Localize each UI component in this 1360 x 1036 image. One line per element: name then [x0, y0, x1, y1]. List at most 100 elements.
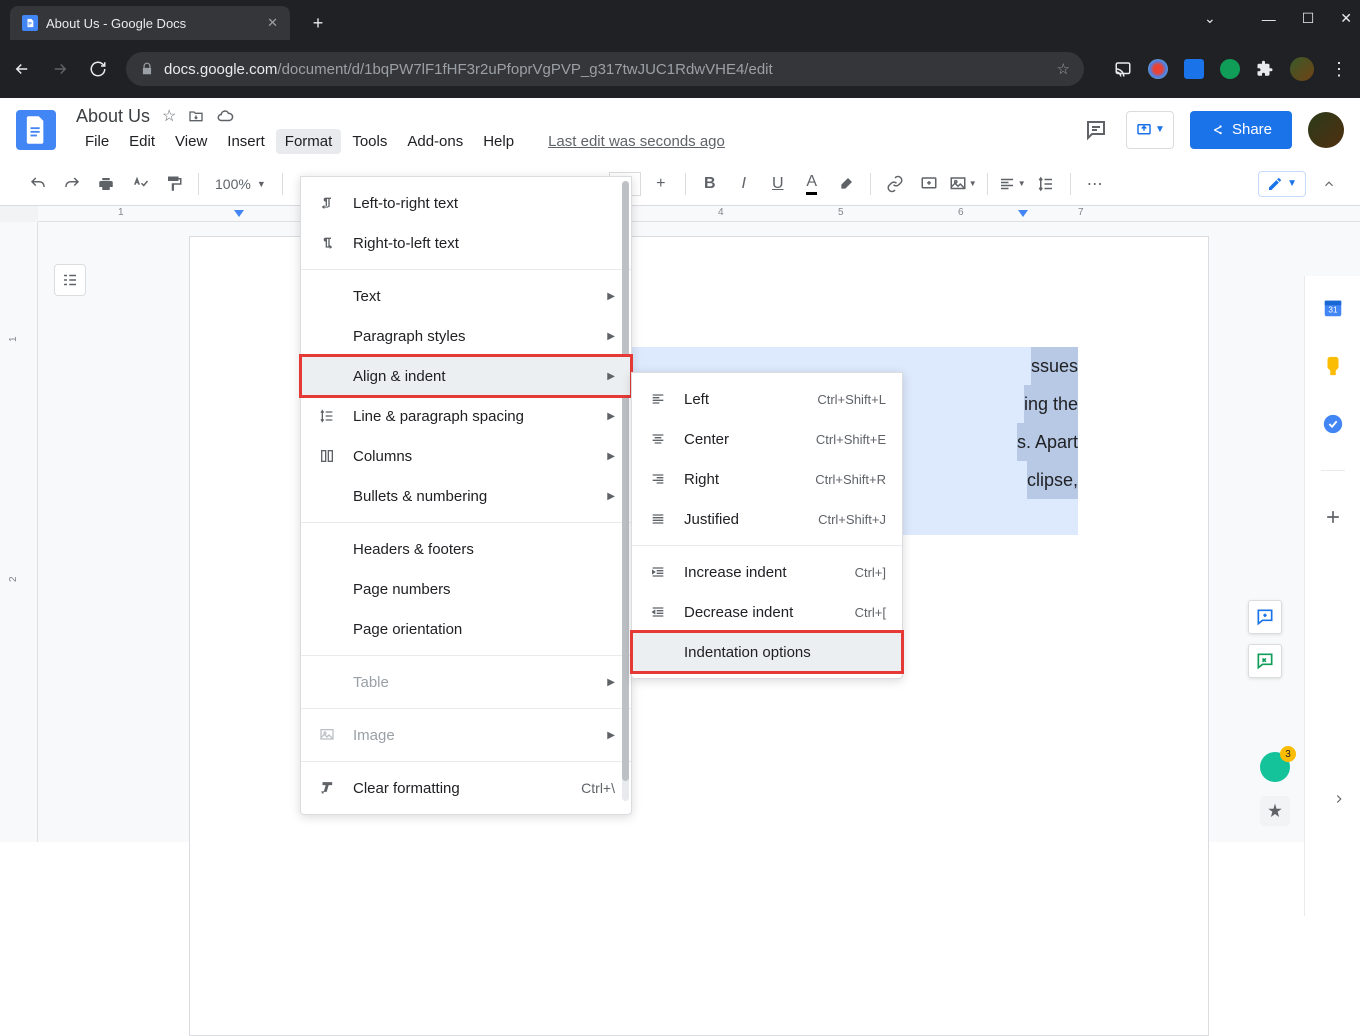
horizontal-ruler[interactable]: 1 4 5 6 7 — [0, 206, 1360, 222]
editing-mode-button[interactable]: ▼ — [1258, 171, 1306, 197]
menu-format[interactable]: Format — [276, 129, 342, 154]
last-edit-link[interactable]: Last edit was seconds ago — [539, 129, 734, 154]
document-title[interactable]: About Us — [76, 106, 150, 127]
increase-font-button[interactable]: + — [647, 170, 675, 198]
minimize-button[interactable]: — — [1262, 11, 1276, 27]
menu-item-columns[interactable]: Columns▶ — [301, 436, 631, 476]
grammarly-icon[interactable]: 3 — [1260, 752, 1290, 782]
menu-item-bullets[interactable]: Bullets & numbering▶ — [301, 476, 631, 516]
extensions-puzzle-icon[interactable] — [1256, 60, 1274, 78]
print-button[interactable] — [92, 170, 120, 198]
collapse-toolbar-button[interactable] — [1322, 177, 1336, 191]
submenu-item-left[interactable]: LeftCtrl+Shift+L — [632, 379, 902, 419]
address-bar[interactable]: docs.google.com/document/d/1bqPW7lF1fHF3… — [126, 52, 1084, 86]
extension-icon[interactable] — [1148, 59, 1168, 79]
menu-item-headers-footers[interactable]: Headers & footers — [301, 529, 631, 569]
submenu-item-increase-indent[interactable]: Increase indentCtrl+] — [632, 552, 902, 592]
menu-view[interactable]: View — [166, 129, 216, 154]
tab-close-icon[interactable]: ✕ — [267, 15, 278, 31]
undo-button[interactable] — [24, 170, 52, 198]
reload-button[interactable] — [88, 59, 108, 79]
menu-item-page-numbers[interactable]: Page numbers — [301, 569, 631, 609]
submenu-item-center[interactable]: CenterCtrl+Shift+E — [632, 419, 902, 459]
submenu-item-justified[interactable]: JustifiedCtrl+Shift+J — [632, 499, 902, 539]
cast-icon[interactable] — [1114, 60, 1132, 78]
share-button[interactable]: Share — [1190, 111, 1292, 149]
indent-marker-icon[interactable] — [1018, 210, 1028, 217]
tab-dropdown-icon[interactable]: ⌄ — [1204, 10, 1216, 27]
spellcheck-button[interactable] — [126, 170, 154, 198]
italic-button[interactable]: I — [730, 170, 758, 198]
comment-history-icon[interactable] — [1082, 116, 1110, 144]
zoom-select[interactable]: 100%▼ — [209, 176, 272, 192]
extension-icon[interactable] — [1184, 59, 1204, 79]
outline-toggle-button[interactable] — [54, 264, 86, 296]
docs-logo-icon[interactable] — [16, 110, 56, 150]
forward-button[interactable] — [50, 59, 70, 79]
menu-item-line-spacing[interactable]: Line & paragraph spacing▶ — [301, 396, 631, 436]
close-window-button[interactable]: ✕ — [1340, 10, 1352, 27]
menu-help[interactable]: Help — [474, 129, 523, 154]
toolbar: 100%▼ 12 + B I U A ▼ ▼ ⋯ ▼ — [0, 162, 1360, 206]
menu-insert[interactable]: Insert — [218, 129, 274, 154]
highlight-button[interactable] — [832, 170, 860, 198]
move-icon[interactable] — [188, 108, 204, 124]
menu-item-ltr[interactable]: Left-to-right text — [301, 183, 631, 223]
new-tab-button[interactable]: + — [304, 9, 332, 37]
menu-item-page-orientation[interactable]: Page orientation — [301, 609, 631, 649]
line-spacing-button[interactable] — [1032, 170, 1060, 198]
back-button[interactable] — [12, 59, 32, 79]
extension-icon[interactable] — [1220, 59, 1240, 79]
present-button[interactable]: ▼ — [1126, 111, 1174, 149]
account-avatar[interactable] — [1308, 112, 1344, 148]
insert-comment-button[interactable] — [915, 170, 943, 198]
submenu-item-decrease-indent[interactable]: Decrease indentCtrl+[ — [632, 592, 902, 632]
bookmark-star-icon[interactable]: ☆ — [1057, 60, 1070, 78]
suggest-edit-button[interactable] — [1248, 644, 1282, 678]
align-button[interactable]: ▼ — [998, 170, 1026, 198]
keep-icon[interactable] — [1321, 354, 1345, 378]
underline-button[interactable]: U — [764, 170, 792, 198]
menu-item-align-indent[interactable]: Align & indent▶ — [301, 356, 631, 396]
text-color-button[interactable]: A — [798, 170, 826, 198]
menu-addons[interactable]: Add-ons — [398, 129, 472, 154]
menu-item-text[interactable]: Text▶ — [301, 276, 631, 316]
menu-tools[interactable]: Tools — [343, 129, 396, 154]
columns-icon — [317, 448, 337, 464]
maximize-button[interactable]: ☐ — [1302, 10, 1315, 27]
cloud-status-icon[interactable] — [216, 107, 234, 125]
tab-title: About Us - Google Docs — [46, 16, 186, 31]
redo-button[interactable] — [58, 170, 86, 198]
browser-tab[interactable]: About Us - Google Docs ✕ — [10, 6, 290, 40]
explore-button[interactable] — [1260, 796, 1290, 826]
align-right-icon — [648, 471, 668, 487]
add-comment-button[interactable] — [1248, 600, 1282, 634]
docs-favicon-icon — [22, 15, 38, 31]
menu-item-clear-formatting[interactable]: Clear formatting Ctrl+\ — [301, 768, 631, 808]
indent-marker-icon[interactable] — [234, 210, 244, 217]
browser-menu-icon[interactable]: ⋮ — [1330, 59, 1348, 80]
svg-text:31: 31 — [1328, 306, 1338, 315]
submenu-item-indentation-options[interactable]: Indentation options — [632, 632, 902, 672]
insert-image-button[interactable]: ▼ — [949, 170, 977, 198]
side-panel-toggle[interactable] — [1332, 792, 1346, 806]
menu-edit[interactable]: Edit — [120, 129, 164, 154]
menu-item-rtl[interactable]: Right-to-left text — [301, 223, 631, 263]
add-addon-icon[interactable] — [1321, 505, 1345, 529]
vertical-ruler[interactable]: 1 2 — [0, 222, 38, 842]
insert-link-button[interactable] — [881, 170, 909, 198]
menu-item-paragraph-styles[interactable]: Paragraph styles▶ — [301, 316, 631, 356]
calendar-icon[interactable]: 31 — [1321, 296, 1345, 320]
align-left-icon — [648, 391, 668, 407]
tasks-icon[interactable] — [1321, 412, 1345, 436]
bold-button[interactable]: B — [696, 170, 724, 198]
menu-item-table: Table▶ — [301, 662, 631, 702]
star-icon[interactable]: ☆ — [162, 106, 176, 126]
paint-format-button[interactable] — [160, 170, 188, 198]
extension-icons: ⋮ — [1114, 57, 1348, 81]
tab-bar: About Us - Google Docs ✕ + — [0, 0, 1360, 40]
profile-avatar-icon[interactable] — [1290, 57, 1314, 81]
more-button[interactable]: ⋯ — [1081, 170, 1109, 198]
menu-file[interactable]: File — [76, 129, 118, 154]
submenu-item-right[interactable]: RightCtrl+Shift+R — [632, 459, 902, 499]
